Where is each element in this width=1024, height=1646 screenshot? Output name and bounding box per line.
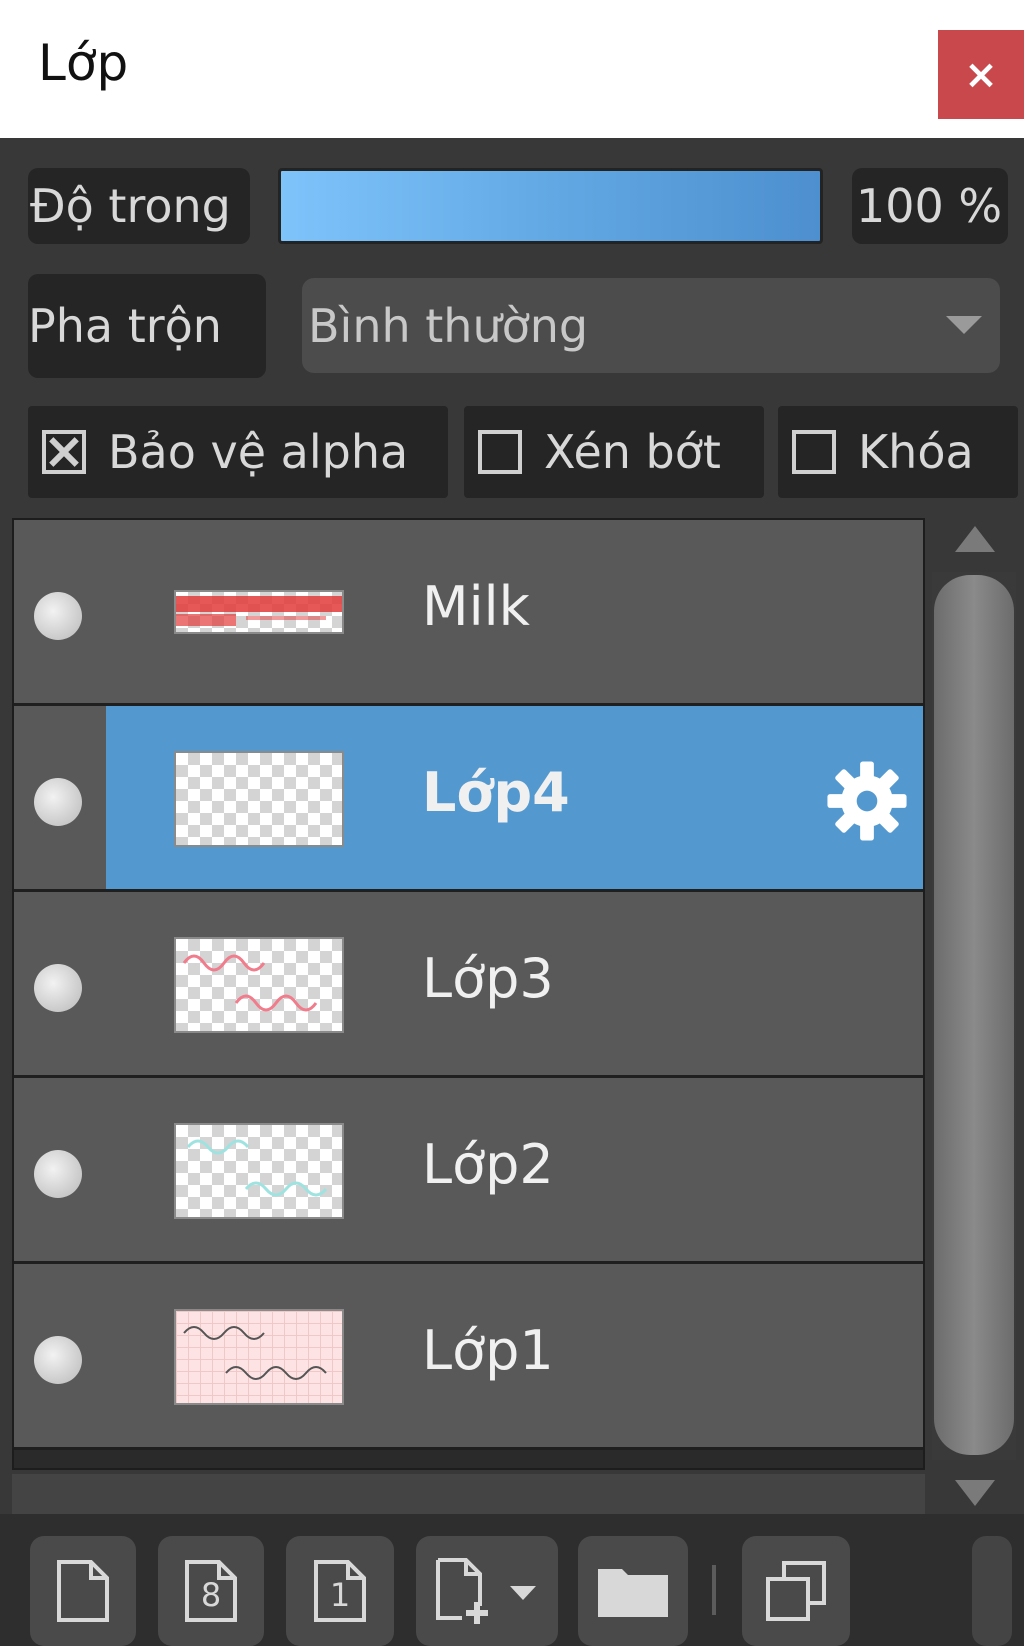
layer-name: Lớp1 [422, 1319, 554, 1382]
layer-name: Lớp4 [422, 761, 570, 824]
clipping-label: Xén bớt [544, 425, 721, 479]
horizontal-scrollbar[interactable] [12, 1474, 925, 1514]
panel-title: Lớp [38, 34, 129, 92]
lock-checkbox[interactable] [792, 430, 836, 474]
protect-alpha-option[interactable]: Bảo vệ alpha [28, 406, 448, 498]
layer-thumbnail [174, 590, 344, 634]
new-1bit-layer-button[interactable]: 1 [286, 1536, 394, 1646]
visibility-toggle-icon[interactable] [34, 964, 82, 1012]
1bit-glyph: 1 [329, 1576, 351, 1614]
dark-script-thumbnail-icon [183, 1326, 327, 1380]
layer-name: Milk [422, 575, 530, 638]
layer-name: Lớp2 [422, 1133, 554, 1196]
pink-script-thumbnail-icon [182, 954, 318, 1012]
new-layer-icon [57, 1560, 109, 1622]
layer-thumbnail [174, 751, 344, 847]
opacity-label: Độ trong [28, 168, 250, 244]
opacity-label-text: Độ trong [30, 179, 231, 233]
add-layer-menu-icon [436, 1558, 536, 1624]
scrollbar-thumb[interactable] [934, 575, 1014, 1455]
layer-thumbnail [174, 937, 344, 1033]
layer-row-lop4[interactable]: Lớp4 [14, 706, 923, 892]
cyan-script-thumbnail-icon [186, 1139, 328, 1197]
opacity-slider[interactable] [278, 168, 823, 244]
protect-alpha-checkbox[interactable] [42, 430, 86, 474]
layer-row-lop2[interactable]: Lớp2 [14, 1078, 923, 1264]
opacity-value-text: 100 % [856, 179, 1003, 233]
8bit-glyph: 8 [200, 1576, 222, 1614]
title-bar: Lớp × [0, 0, 1024, 138]
clipping-option[interactable]: Xén bớt [464, 406, 764, 498]
toolbar-separator [712, 1565, 716, 1615]
layer-name: Lớp3 [422, 947, 554, 1010]
layer-thumbnail [174, 1123, 344, 1219]
opacity-value[interactable]: 100 % [852, 168, 1008, 244]
red-text-thumbnail-icon [176, 596, 342, 626]
layer-row-lop3[interactable]: Lớp3 [14, 892, 923, 1078]
new-8bit-layer-button[interactable]: 8 [158, 1536, 264, 1646]
blend-mode-select[interactable]: Bình thường [302, 278, 1000, 373]
blend-mode-value: Bình thường [308, 298, 589, 353]
visibility-toggle-icon[interactable] [34, 778, 82, 826]
lock-option[interactable]: Khóa [778, 406, 1018, 498]
folder-icon [598, 1569, 668, 1617]
new-8bit-layer-icon: 8 [183, 1558, 239, 1624]
lock-label: Khóa [858, 425, 974, 479]
protect-alpha-label: Bảo vệ alpha [108, 425, 409, 479]
layer-list: Milk Lớp4 Lớp3 Lớp2 Lớp1 [12, 518, 925, 1470]
gear-icon[interactable] [824, 758, 910, 844]
layer-row-milk[interactable]: Milk [14, 520, 923, 706]
new-layer-button[interactable] [30, 1536, 136, 1646]
scroll-up-arrow-icon[interactable] [955, 526, 995, 552]
scroll-down-arrow-icon[interactable] [955, 1480, 995, 1506]
blend-label-text: Pha trộn [28, 299, 222, 353]
duplicate-layer-button[interactable] [742, 1536, 850, 1646]
add-layer-menu-button[interactable] [416, 1536, 558, 1646]
toolbar-overflow-button[interactable] [972, 1536, 1012, 1646]
duplicate-layer-icon [766, 1561, 826, 1621]
blend-label: Pha trộn [28, 274, 266, 378]
dropdown-arrow-icon [946, 316, 982, 334]
visibility-toggle-icon[interactable] [34, 1150, 82, 1198]
clipping-checkbox[interactable] [478, 430, 522, 474]
visibility-toggle-icon[interactable] [34, 1336, 82, 1384]
visibility-toggle-icon[interactable] [34, 592, 82, 640]
new-folder-button[interactable] [578, 1536, 688, 1646]
new-1bit-layer-icon: 1 [312, 1558, 368, 1624]
close-button[interactable]: × [938, 30, 1024, 119]
layer-row-lop1[interactable]: Lớp1 [14, 1264, 923, 1450]
layer-thumbnail [174, 1309, 344, 1405]
